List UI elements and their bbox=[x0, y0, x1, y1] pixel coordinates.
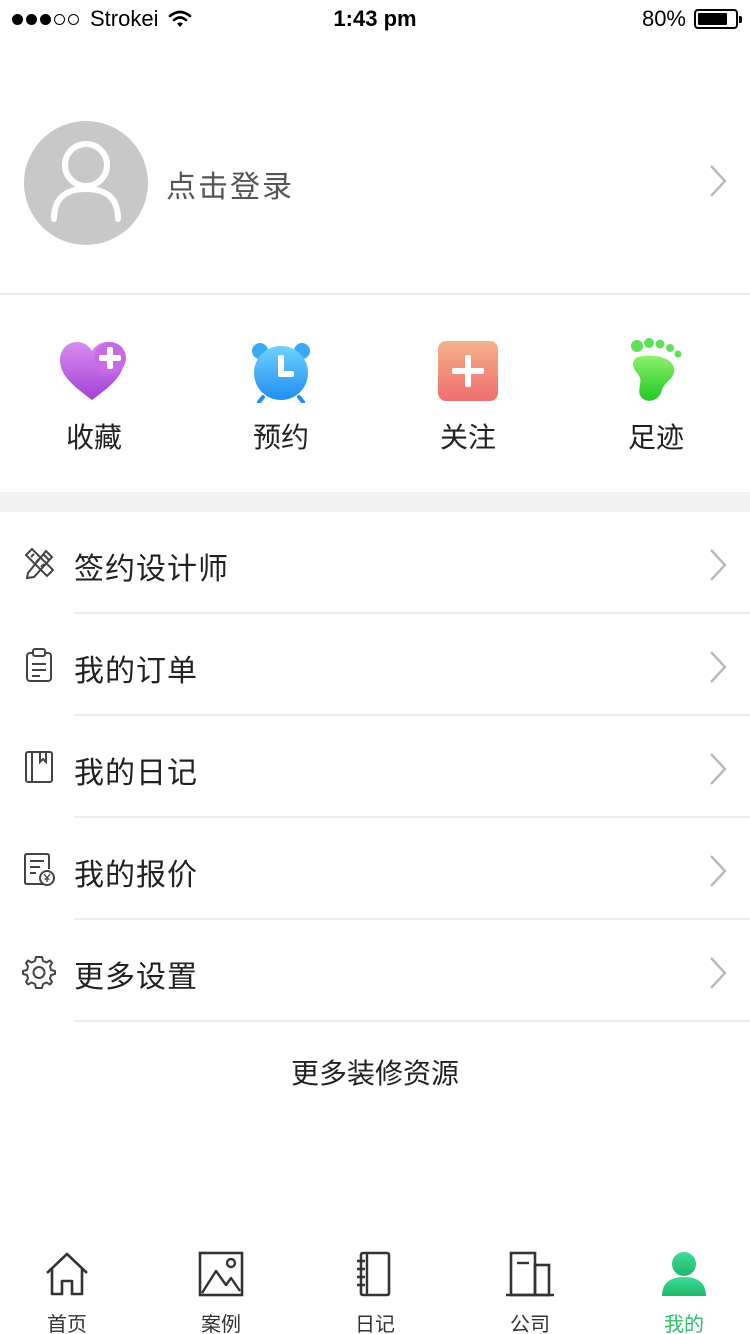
chevron-right-icon bbox=[710, 549, 727, 581]
tab-label: 日记 bbox=[355, 1312, 395, 1334]
status-time: 1:43 pm bbox=[333, 6, 417, 31]
tab-label: 首页 bbox=[47, 1312, 87, 1334]
tab-company[interactable]: 公司 bbox=[470, 1234, 590, 1334]
menu-label: 我的报价 bbox=[74, 858, 198, 893]
menu-label: 我的订单 bbox=[74, 654, 198, 689]
tab-cases[interactable]: 案例 bbox=[161, 1234, 281, 1334]
tab-label: 我的 bbox=[664, 1312, 704, 1334]
shortcut-grid: 收藏 预约 关注 足迹 bbox=[0, 296, 750, 492]
user-placeholder-icon bbox=[51, 141, 121, 222]
avatar[interactable] bbox=[24, 121, 148, 245]
shortcut-label: 预约 bbox=[252, 421, 309, 454]
tab-mine[interactable]: 我的 bbox=[624, 1234, 744, 1334]
shortcut-label: 关注 bbox=[439, 421, 496, 454]
menu-list: 签约设计师 我的订单 我的日记 我的报价 更多设置 bbox=[0, 512, 750, 1022]
alarm-clock-icon bbox=[241, 338, 321, 404]
divider bbox=[74, 1020, 750, 1022]
footprint-icon bbox=[616, 338, 696, 404]
clipboard-icon bbox=[26, 648, 52, 682]
plus-follow-icon bbox=[428, 338, 508, 404]
divider bbox=[0, 293, 750, 295]
gear-icon bbox=[22, 956, 56, 989]
menu-item-my-diary[interactable]: 我的日记 bbox=[0, 716, 750, 818]
favorite-heart-icon bbox=[54, 338, 134, 404]
user-icon bbox=[654, 1246, 714, 1302]
chevron-right-icon bbox=[710, 651, 727, 683]
menu-item-my-orders[interactable]: 我的订单 bbox=[0, 614, 750, 716]
status-right: 80% bbox=[641, 6, 742, 32]
menu-label: 更多设置 bbox=[74, 960, 198, 995]
shortcut-label: 足迹 bbox=[627, 421, 684, 454]
chevron-right-icon bbox=[710, 957, 727, 989]
shortcut-following[interactable]: 关注 bbox=[398, 338, 538, 456]
tab-bar: 首页 案例 日记 公司 我的 bbox=[0, 1234, 750, 1334]
battery-fill bbox=[698, 13, 727, 25]
pencil-ruler-icon bbox=[24, 547, 55, 580]
picture-icon bbox=[191, 1246, 251, 1302]
home-icon bbox=[37, 1246, 97, 1302]
chevron-right-icon bbox=[710, 855, 727, 887]
more-resources-link[interactable]: 更多装修资源 bbox=[0, 1052, 750, 1092]
menu-label: 我的日记 bbox=[74, 756, 198, 791]
quote-document-icon bbox=[24, 853, 55, 886]
shortcut-appointments[interactable]: 预约 bbox=[211, 338, 351, 456]
tab-home[interactable]: 首页 bbox=[7, 1234, 127, 1334]
battery-icon bbox=[694, 9, 742, 29]
menu-label: 签约设计师 bbox=[74, 552, 229, 587]
diary-icon bbox=[345, 1246, 405, 1302]
building-icon bbox=[500, 1246, 560, 1302]
profile-login-row[interactable]: 点击登录 bbox=[0, 100, 750, 294]
battery-percent: 80% bbox=[641, 6, 686, 31]
menu-item-my-quotes[interactable]: 我的报价 bbox=[0, 818, 750, 920]
chevron-right-icon bbox=[710, 165, 727, 197]
tab-diary[interactable]: 日记 bbox=[315, 1234, 435, 1334]
menu-item-signed-designer[interactable]: 签约设计师 bbox=[0, 512, 750, 614]
shortcut-footprints[interactable]: 足迹 bbox=[586, 338, 726, 456]
status-bar: Strokei 1:43 pm 80% bbox=[0, 0, 750, 40]
section-separator bbox=[0, 492, 750, 512]
tab-label: 案例 bbox=[201, 1312, 241, 1334]
shortcut-favorites[interactable]: 收藏 bbox=[24, 338, 164, 456]
notebook-icon bbox=[25, 751, 53, 783]
login-prompt[interactable]: 点击登录 bbox=[166, 162, 294, 206]
chevron-right-icon bbox=[710, 753, 727, 785]
tab-label: 公司 bbox=[510, 1312, 550, 1334]
menu-item-more-settings[interactable]: 更多设置 bbox=[0, 920, 750, 1022]
shortcut-label: 收藏 bbox=[65, 421, 122, 454]
